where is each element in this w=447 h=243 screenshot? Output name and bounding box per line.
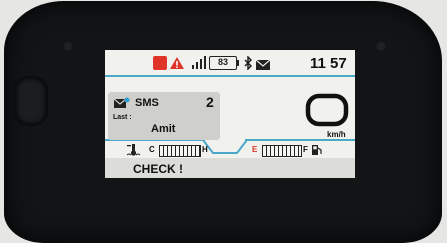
speed-value-digit: [305, 93, 349, 127]
speed-value: 0: [315, 95, 316, 96]
coolant-temperature-icon: [127, 144, 141, 156]
check-message: CHECK !: [133, 162, 183, 176]
fuel-gauge: [262, 145, 302, 157]
clock: 11 57: [310, 55, 347, 72]
sms-title: SMS: [135, 97, 159, 109]
status-bar: 83 11 57: [105, 50, 355, 76]
fuel-full-label: F: [303, 145, 308, 154]
bluetooth-icon: [244, 56, 253, 70]
sms-notification-panel[interactable]: SMS 2 Last : Amit: [108, 92, 220, 140]
signal-bars-icon: [192, 56, 206, 69]
battery-icon: 83: [209, 56, 237, 70]
divider-line: [245, 139, 355, 141]
temp-high-label: H: [202, 145, 208, 154]
temp-low-label: C: [149, 145, 155, 154]
mail-icon: [256, 59, 270, 70]
battery-level: 83: [217, 57, 228, 67]
sms-icon: [114, 97, 130, 108]
sms-last-label: Last :: [113, 114, 132, 121]
temperature-gauge: [159, 145, 201, 157]
sms-count: 2: [206, 94, 214, 110]
side-control-button[interactable]: [16, 78, 46, 124]
engine-warning-icon: [153, 56, 167, 70]
battery-tip: [237, 60, 239, 66]
bezel-screw: [62, 40, 74, 52]
divider-notch: [203, 139, 247, 154]
tft-display: 83 11 57 SMS 2 Last : Amit 0 km/h: [105, 50, 355, 178]
fuel-pump-icon: [312, 145, 322, 155]
divider-line: [105, 75, 355, 77]
bezel-screw: [375, 40, 387, 52]
check-message-bar: CHECK !: [105, 158, 355, 178]
warning-triangle-icon: [170, 57, 184, 69]
fuel-empty-label: E: [252, 145, 258, 154]
speed-unit: km/h: [327, 130, 346, 139]
sms-last-sender: Amit: [151, 123, 176, 135]
